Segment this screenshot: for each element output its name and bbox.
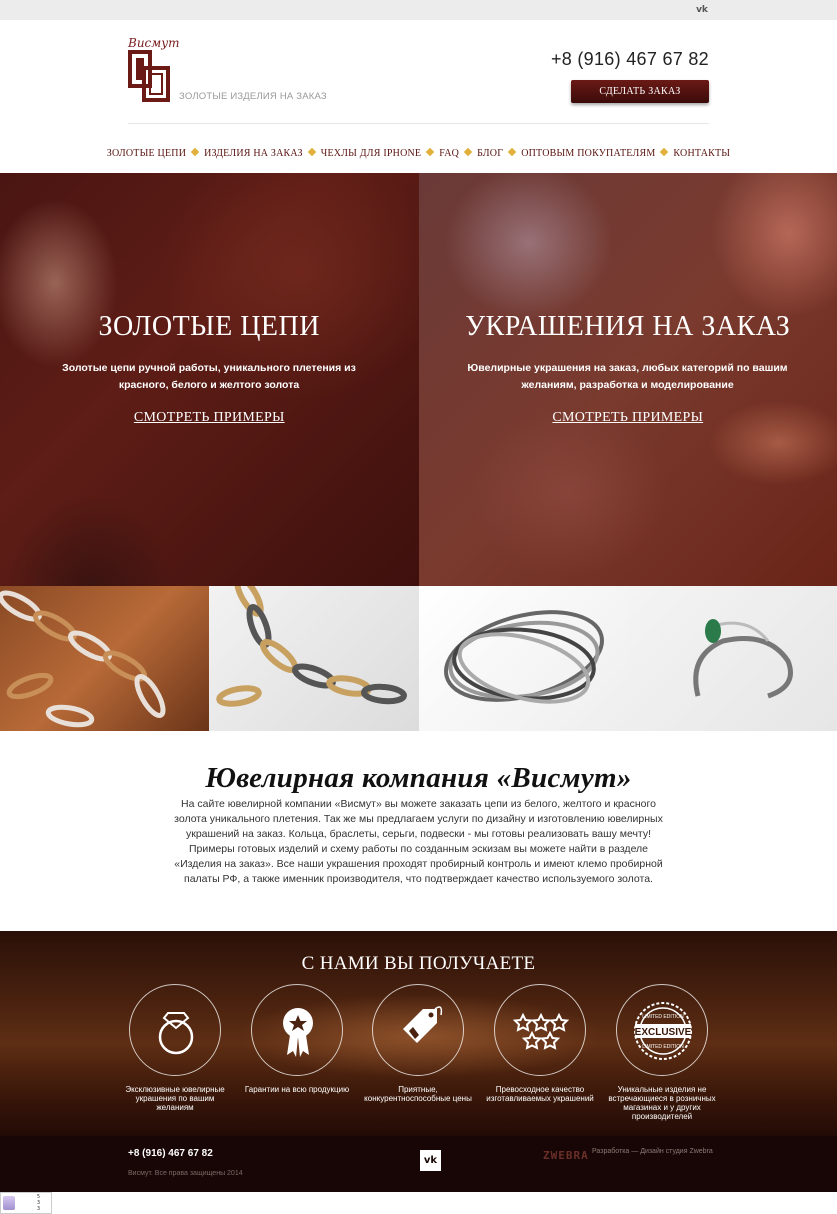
order-button[interactable]: СДЕЛАТЬ ЗАКАЗ xyxy=(571,80,709,103)
benefit-item: Гарантии на всю продукцию xyxy=(242,984,352,1094)
nav-item-iphone-cases[interactable]: ЧЕХЛЫ ДЛЯ IPHONE xyxy=(321,148,421,159)
five-stars-icon xyxy=(494,984,586,1076)
hero-custom-jewelry: УКРАШЕНИЯ НА ЗАКАЗ Ювелирные украшения н… xyxy=(418,173,837,586)
counter-icon xyxy=(3,1196,15,1210)
vk-icon[interactable]: vk xyxy=(695,3,709,17)
vk-icon[interactable]: vk xyxy=(420,1150,441,1171)
logo-script: Висмут xyxy=(128,36,180,50)
product-image-ring-1[interactable] xyxy=(418,586,628,731)
badge-main-text: EXCLUSIVE xyxy=(635,1027,692,1038)
benefit-caption: Приятные, конкурентноспособные цены xyxy=(364,1085,472,1103)
nav-item-contacts[interactable]: КОНТАКТЫ xyxy=(673,148,730,159)
hero-title: ЗОЛОТЫЕ ЦЕПИ xyxy=(98,311,320,342)
diamond-ring-icon xyxy=(129,984,221,1076)
benefit-caption: Гарантии на всю продукцию xyxy=(244,1085,350,1094)
site-footer: +8 (916) 467 67 82 Висмут. Все права защ… xyxy=(0,1136,837,1192)
developer-credit[interactable]: Разработка — Дизайн студия Zwebra xyxy=(592,1148,713,1155)
benefit-caption: Уникальные изделия не встречающиеся в ро… xyxy=(608,1085,716,1121)
product-image-chain-1[interactable] xyxy=(0,586,210,731)
main-nav: ЗОЛОТЫЕ ЦЕПИ ИЗДЕЛИЯ НА ЗАКАЗ ЧЕХЛЫ ДЛЯ IP… xyxy=(0,143,837,161)
nav-separator xyxy=(463,147,473,157)
nav-item-gold-chains[interactable]: ЗОЛОТЫЕ ЦЕПИ xyxy=(107,148,186,159)
nav-item-faq[interactable]: FAQ xyxy=(439,148,459,159)
hero-link[interactable]: СМОТРЕТЬ ПРИМЕРЫ xyxy=(419,410,837,426)
copyright: Висмут. Все права защищены 2014 xyxy=(128,1170,243,1177)
hero-text: Золотые цепи ручной работы, уникального … xyxy=(62,362,356,391)
header-divider xyxy=(128,123,709,124)
about-title: Ювелирная компания «Висмут» xyxy=(205,762,632,794)
top-bar: vk xyxy=(0,0,837,20)
benefits-section: С НАМИ ВЫ ПОЛУЧАЕТЕ Эксклюзивные ювелирн… xyxy=(0,931,837,1136)
exclusive-badge-icon: EXCLUSIVE LIMITED EDITION LIMITED EDITIO… xyxy=(616,984,708,1076)
badge-top-text: LIMITED EDITION xyxy=(642,1014,684,1020)
nav-separator xyxy=(190,147,200,157)
about-text: На сайте ювелирной компании «Висмут» вы … xyxy=(174,798,663,885)
hero-link[interactable]: СМОТРЕТЬ ПРИМЕРЫ xyxy=(0,410,419,426)
nav-item-custom[interactable]: ИЗДЕЛИЯ НА ЗАКАЗ xyxy=(204,148,303,159)
hero-text: Ювелирные украшения на заказ, любых кате… xyxy=(467,362,788,391)
badge-bottom-text: LIMITED EDITION xyxy=(642,1044,684,1050)
nav-separator xyxy=(507,147,517,157)
nav-separator xyxy=(425,147,435,157)
benefit-item: Превосходное качество изготавливаемых ук… xyxy=(485,984,595,1103)
benefit-caption: Превосходное качество изготавливаемых ук… xyxy=(486,1085,594,1103)
award-ribbon-icon xyxy=(251,984,343,1076)
benefit-item: EXCLUSIVE LIMITED EDITION LIMITED EDITIO… xyxy=(607,984,717,1121)
benefit-item: Эксклюзивные ювелирные украшения по ваши… xyxy=(120,984,230,1112)
counter-widget[interactable]: 5 3 3 xyxy=(0,1192,52,1214)
nav-separator xyxy=(307,147,316,157)
nav-separator xyxy=(660,147,669,157)
price-tag-icon xyxy=(372,984,464,1076)
hero-title: УКРАШЕНИЯ НА ЗАКАЗ xyxy=(465,311,791,342)
benefit-item: Приятные, конкурентноспособные цены xyxy=(363,984,473,1103)
footer-phone: +8 (916) 467 67 82 xyxy=(128,1148,213,1159)
tagline: ЗОЛОТЫЕ ИЗДЕЛИЯ НА ЗАКАЗ xyxy=(179,91,327,102)
hero-gold-chains: ЗОЛОТЫЕ ЦЕПИ Золотые цепи ручной работы,… xyxy=(0,173,419,586)
benefits-title: С НАМИ ВЫ ПОЛУЧАЕТЕ xyxy=(301,953,536,974)
logo-mark-icon xyxy=(128,50,170,102)
site-header: Висмут ЗОЛОТЫЕ ИЗДЕЛИЯ НА ЗАКАЗ +8 (916)… xyxy=(0,20,837,173)
studio-logo[interactable]: ZWEBRA xyxy=(543,1149,589,1162)
nav-item-wholesale[interactable]: ОПТОВЫМ ПОКУПАТЕЛЯМ xyxy=(521,148,655,159)
product-image-chain-2[interactable] xyxy=(209,586,419,731)
nav-item-blog[interactable]: БЛОГ xyxy=(477,148,503,159)
benefit-caption: Эксклюзивные ювелирные украшения по ваши… xyxy=(125,1085,225,1112)
product-image-ring-2[interactable] xyxy=(627,586,837,731)
counter-value: 3 xyxy=(37,1206,41,1212)
header-phone: +8 (916) 467 67 82 xyxy=(550,49,709,69)
